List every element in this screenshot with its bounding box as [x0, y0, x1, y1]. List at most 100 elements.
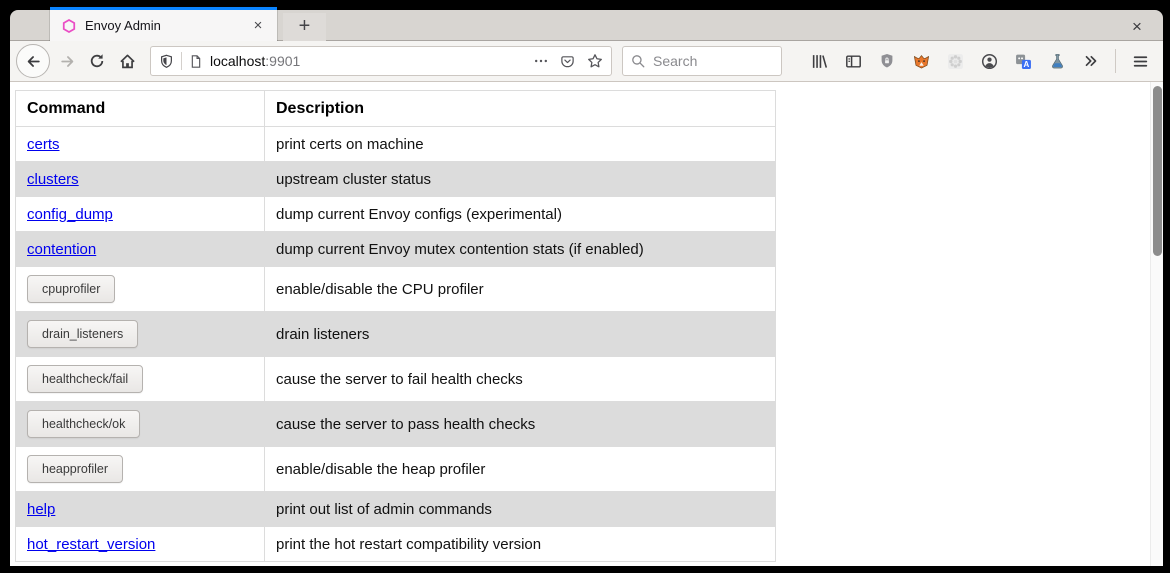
command-link[interactable]: clusters	[27, 171, 79, 188]
table-row: hot_restart_version print the hot restar…	[16, 527, 776, 562]
command-button[interactable]: cpuprofiler	[27, 275, 115, 303]
table-row: config_dump dump current Envoy configs (…	[16, 197, 776, 232]
table-row: help print out list of admin commands	[16, 492, 776, 527]
library-icon	[811, 53, 828, 70]
overflow-button[interactable]	[1076, 46, 1106, 76]
forward-icon	[59, 53, 76, 70]
command-cell: hot_restart_version	[16, 527, 265, 562]
description-cell: print the hot restart compatibility vers…	[265, 527, 776, 562]
description-header: Description	[265, 91, 776, 127]
pocket-icon[interactable]	[560, 54, 575, 69]
bookmark-star-icon[interactable]	[587, 53, 603, 69]
translate-icon: A	[1015, 53, 1032, 70]
command-cell: drain_listeners	[16, 312, 265, 357]
overflow-chevron-icon	[1083, 53, 1099, 69]
titlebar: Envoy Admin × + ×	[10, 7, 1163, 41]
table-row: healthcheck/ok cause the server to pass …	[16, 402, 776, 447]
command-button[interactable]: heapprofiler	[27, 455, 123, 483]
window-close-button[interactable]: ×	[1125, 15, 1149, 39]
command-button[interactable]: healthcheck/fail	[27, 365, 143, 393]
description-cell: drain listeners	[265, 312, 776, 357]
tracking-protection-shield-icon[interactable]	[159, 54, 174, 69]
command-cell: healthcheck/fail	[16, 357, 265, 402]
table-row: clusters upstream cluster status	[16, 162, 776, 197]
search-box[interactable]	[622, 46, 782, 76]
forward-button[interactable]	[52, 46, 82, 76]
command-link[interactable]: certs	[27, 136, 60, 153]
description-cell: enable/disable the CPU profiler	[265, 267, 776, 312]
command-header: Command	[16, 91, 265, 127]
description-cell: print certs on machine	[265, 127, 776, 162]
tab-envoy-admin[interactable]: Envoy Admin ×	[50, 7, 277, 41]
table-row: drain_listeners drain listeners	[16, 312, 776, 357]
disabled-extension-flower-icon	[947, 53, 964, 70]
navigation-toolbar: localhost:9901	[10, 41, 1163, 82]
fox-icon	[913, 53, 930, 70]
vertical-scrollbar[interactable]	[1150, 82, 1163, 566]
search-icon	[631, 54, 646, 69]
toolbar-separator	[1115, 49, 1116, 73]
hamburger-menu-icon	[1132, 53, 1149, 70]
urlbar-separator	[181, 52, 182, 70]
description-cell: enable/disable the heap profiler	[265, 447, 776, 492]
command-cell: certs	[16, 127, 265, 162]
svg-text:A: A	[1023, 60, 1029, 69]
table-row: heapprofiler enable/disable the heap pro…	[16, 447, 776, 492]
description-cell: print out list of admin commands	[265, 492, 776, 527]
account-icon	[981, 53, 998, 70]
description-cell: cause the server to pass health checks	[265, 402, 776, 447]
extension-translate-button[interactable]: A	[1008, 46, 1038, 76]
command-cell: contention	[16, 232, 265, 267]
page-icon[interactable]	[189, 54, 203, 69]
tab-close-icon[interactable]: ×	[248, 16, 268, 36]
extension-shield-lock-button[interactable]	[872, 46, 902, 76]
description-cell: dump current Envoy configs (experimental…	[265, 197, 776, 232]
command-cell: help	[16, 492, 265, 527]
library-button[interactable]	[804, 46, 834, 76]
extension-disabled-button[interactable]	[940, 46, 970, 76]
url-port: :9901	[265, 53, 300, 69]
envoy-favicon-icon	[62, 19, 76, 33]
reload-icon	[89, 53, 105, 69]
scrollbar-thumb[interactable]	[1153, 86, 1162, 256]
command-button[interactable]: healthcheck/ok	[27, 410, 140, 438]
command-cell: clusters	[16, 162, 265, 197]
back-button[interactable]	[16, 44, 50, 78]
command-table-body: certs print certs on machine clusters up…	[16, 127, 776, 562]
sidebar-button[interactable]	[838, 46, 868, 76]
table-row: cpuprofiler enable/disable the CPU profi…	[16, 267, 776, 312]
reload-button[interactable]	[82, 46, 112, 76]
new-tab-button[interactable]: +	[283, 13, 326, 41]
table-row: certs print certs on machine	[16, 127, 776, 162]
search-input[interactable]	[653, 53, 763, 69]
url-host: localhost	[210, 53, 265, 69]
command-cell: healthcheck/ok	[16, 402, 265, 447]
table-row: healthcheck/fail cause the server to fai…	[16, 357, 776, 402]
extension-fox-button[interactable]	[906, 46, 936, 76]
description-cell: dump current Envoy mutex contention stat…	[265, 232, 776, 267]
table-row: contention dump current Envoy mutex cont…	[16, 232, 776, 267]
extension-flask-button[interactable]	[1042, 46, 1072, 76]
url-text[interactable]: localhost:9901	[210, 53, 534, 69]
command-link[interactable]: contention	[27, 241, 96, 258]
account-button[interactable]	[974, 46, 1004, 76]
page-content: Command Description certs print certs on…	[10, 82, 1163, 566]
home-icon	[119, 53, 136, 70]
menu-button[interactable]	[1125, 46, 1155, 76]
description-cell: cause the server to fail health checks	[265, 357, 776, 402]
back-icon	[25, 53, 42, 70]
sidebar-icon	[845, 53, 862, 70]
admin-command-table: Command Description certs print certs on…	[15, 90, 776, 562]
command-link[interactable]: config_dump	[27, 206, 113, 223]
description-cell: upstream cluster status	[265, 162, 776, 197]
command-button[interactable]: drain_listeners	[27, 320, 138, 348]
command-link[interactable]: hot_restart_version	[27, 536, 155, 553]
page-actions-icon[interactable]	[534, 54, 548, 68]
command-cell: cpuprofiler	[16, 267, 265, 312]
command-cell: config_dump	[16, 197, 265, 232]
table-header-row: Command Description	[16, 91, 776, 127]
command-link[interactable]: help	[27, 501, 55, 518]
shield-lock-icon	[879, 53, 895, 69]
home-button[interactable]	[112, 46, 142, 76]
url-bar[interactable]: localhost:9901	[150, 46, 612, 76]
